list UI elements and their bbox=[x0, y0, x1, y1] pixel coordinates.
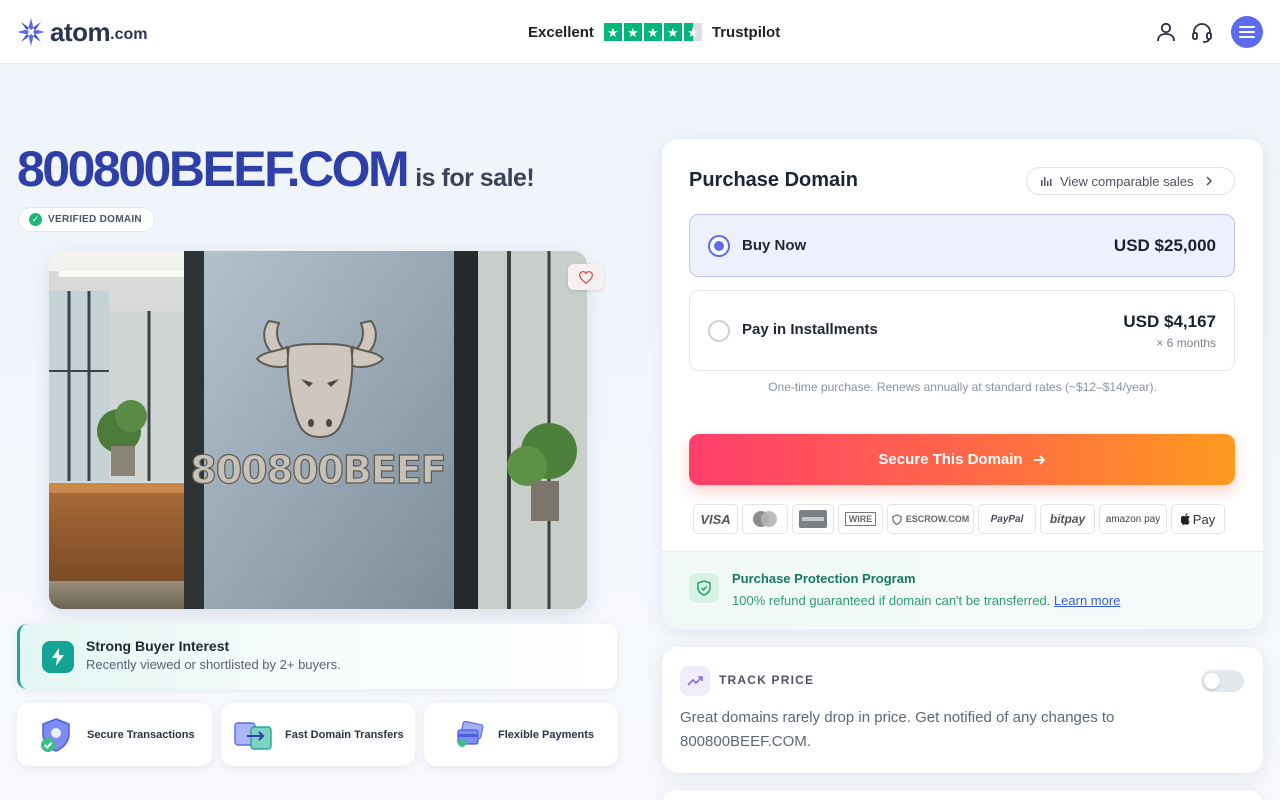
feature-flexible-payments: Flexible Payments bbox=[424, 703, 618, 766]
verified-badge: ✓ VERIFIED DOMAIN bbox=[18, 207, 155, 232]
user-icon[interactable] bbox=[1154, 20, 1178, 44]
purchase-card: Purchase Domain View comparable sales Bu… bbox=[662, 139, 1263, 629]
hero-sign-text: 800800BEEF bbox=[190, 448, 445, 492]
comparable-sales-label: View comparable sales bbox=[1060, 173, 1194, 189]
apple-icon bbox=[1180, 513, 1190, 525]
protection-text: 100% refund guaranteed if domain can't b… bbox=[732, 593, 1120, 608]
atom-star-icon bbox=[17, 18, 45, 46]
wire-label: WIRE bbox=[844, 512, 877, 526]
domain-hero-image: 800800BEEF bbox=[49, 251, 587, 609]
radio-installments[interactable] bbox=[708, 320, 730, 342]
feature-secure-transactions: Secure Transactions bbox=[17, 703, 212, 766]
transfer-icon bbox=[234, 721, 272, 750]
next-card bbox=[662, 790, 1263, 800]
renewal-note: One-time purchase. Renews annually at st… bbox=[768, 380, 1157, 394]
headset-icon[interactable] bbox=[1190, 20, 1214, 44]
shield-check-icon bbox=[41, 717, 70, 752]
star-icon: ★ bbox=[603, 23, 622, 41]
radio-buy-now[interactable] bbox=[708, 235, 730, 257]
bitpay-logo: bitpay bbox=[1040, 504, 1095, 534]
heart-icon bbox=[579, 270, 593, 284]
trending-up-icon bbox=[680, 666, 710, 696]
purchase-title: Purchase Domain bbox=[689, 169, 858, 191]
menu-button[interactable] bbox=[1231, 16, 1263, 48]
for-sale-text: is for sale! bbox=[415, 164, 535, 192]
learn-more-link[interactable]: Learn more bbox=[1054, 593, 1120, 608]
feature-fast-transfers: Fast Domain Transfers bbox=[221, 703, 415, 766]
bar-chart-icon bbox=[1041, 177, 1052, 186]
top-header: atom .com Excellent ★ ★ ★ ★ ★ Trustpilot bbox=[0, 0, 1280, 64]
mastercard-logo bbox=[742, 504, 788, 534]
star-icon: ★ bbox=[623, 23, 642, 41]
escrow-shield-icon bbox=[892, 513, 902, 525]
option-installments[interactable]: Pay in Installments USD $4,167 × 6 month… bbox=[689, 290, 1235, 371]
secure-domain-button[interactable]: Secure This Domain bbox=[689, 434, 1235, 485]
option-buy-now[interactable]: Buy Now USD $25,000 bbox=[689, 214, 1235, 277]
track-price-card: TRACK PRICE Great domains rarely drop in… bbox=[662, 647, 1263, 773]
option-label: Pay in Installments bbox=[742, 321, 878, 338]
verified-text: VERIFIED DOMAIN bbox=[48, 214, 142, 225]
track-price-toggle[interactable] bbox=[1201, 670, 1244, 692]
track-price-title: TRACK PRICE bbox=[719, 673, 815, 687]
amex-icon bbox=[799, 510, 827, 528]
escrow-logo: ESCROW.COM bbox=[887, 504, 974, 534]
trustpilot-rating[interactable]: Excellent ★ ★ ★ ★ ★ Trustpilot bbox=[528, 20, 780, 44]
office-sign-illustration: 800800BEEF bbox=[49, 251, 587, 609]
paypal-logo: PayPal bbox=[978, 504, 1036, 534]
escrow-label: ESCROW.COM bbox=[905, 514, 970, 524]
payment-card-icon bbox=[457, 720, 484, 747]
half-star-icon: ★ bbox=[683, 23, 702, 41]
cta-label: Secure This Domain bbox=[878, 451, 1023, 468]
apple-pay-label: Pay bbox=[1192, 511, 1216, 527]
buyer-interest-banner: Strong Buyer Interest Recently viewed or… bbox=[17, 624, 617, 689]
wire-logo: WIRE bbox=[838, 504, 883, 534]
star-icon: ★ bbox=[663, 23, 682, 41]
logo-word: atom bbox=[50, 16, 111, 47]
menu-icon bbox=[1239, 26, 1255, 38]
bolt-icon bbox=[42, 641, 74, 673]
domain-name: 800800BEEF.COM bbox=[17, 141, 410, 197]
atom-logo[interactable]: atom .com bbox=[16, 16, 147, 48]
trustpilot-rating-text: Excellent bbox=[528, 23, 594, 41]
feature-label: Fast Domain Transfers bbox=[285, 728, 404, 741]
arrow-right-icon bbox=[1033, 454, 1045, 465]
visa-logo: VISA bbox=[693, 504, 738, 534]
domain-heading: 800800BEEF.COM is for sale! bbox=[17, 140, 535, 197]
feature-label: Flexible Payments bbox=[498, 728, 594, 741]
view-comparable-sales-button[interactable]: View comparable sales bbox=[1026, 167, 1235, 195]
purchase-protection: Purchase Protection Program 100% refund … bbox=[662, 551, 1263, 629]
protection-shield-icon bbox=[689, 573, 719, 603]
trustpilot-brand: Trustpilot bbox=[711, 23, 781, 41]
track-price-text: Great domains rarely drop in price. Get … bbox=[680, 709, 1115, 750]
check-icon: ✓ bbox=[29, 213, 42, 226]
interest-title: Strong Buyer Interest bbox=[86, 638, 230, 654]
feature-label: Secure Transactions bbox=[87, 728, 195, 741]
mastercard-icon bbox=[753, 511, 777, 527]
trustpilot-stars: ★ ★ ★ ★ ★ bbox=[603, 23, 702, 41]
logo-tld: .com bbox=[110, 26, 148, 43]
amex-logo bbox=[792, 504, 834, 534]
protection-description: 100% refund guaranteed if domain can't b… bbox=[732, 593, 1051, 608]
favorite-button[interactable] bbox=[568, 264, 604, 290]
option-price: USD $4,167 bbox=[1123, 312, 1216, 331]
apple-pay-logo: Pay bbox=[1171, 504, 1225, 534]
chevron-right-icon bbox=[1206, 176, 1213, 186]
payment-methods: VISA WIRE ESCROW.COM PayPal bitpay amazo… bbox=[693, 504, 1225, 534]
paypal-label: PayPal bbox=[990, 513, 1024, 525]
protection-title: Purchase Protection Program bbox=[732, 571, 916, 586]
amazon-pay-logo: amazon pay bbox=[1099, 504, 1167, 534]
option-price: USD $25,000 bbox=[1113, 236, 1216, 255]
interest-subtitle: Recently viewed or shortlisted by 2+ buy… bbox=[86, 657, 341, 672]
star-icon: ★ bbox=[643, 23, 662, 41]
option-subtext: × 6 months bbox=[1156, 336, 1216, 350]
option-label: Buy Now bbox=[742, 237, 807, 254]
